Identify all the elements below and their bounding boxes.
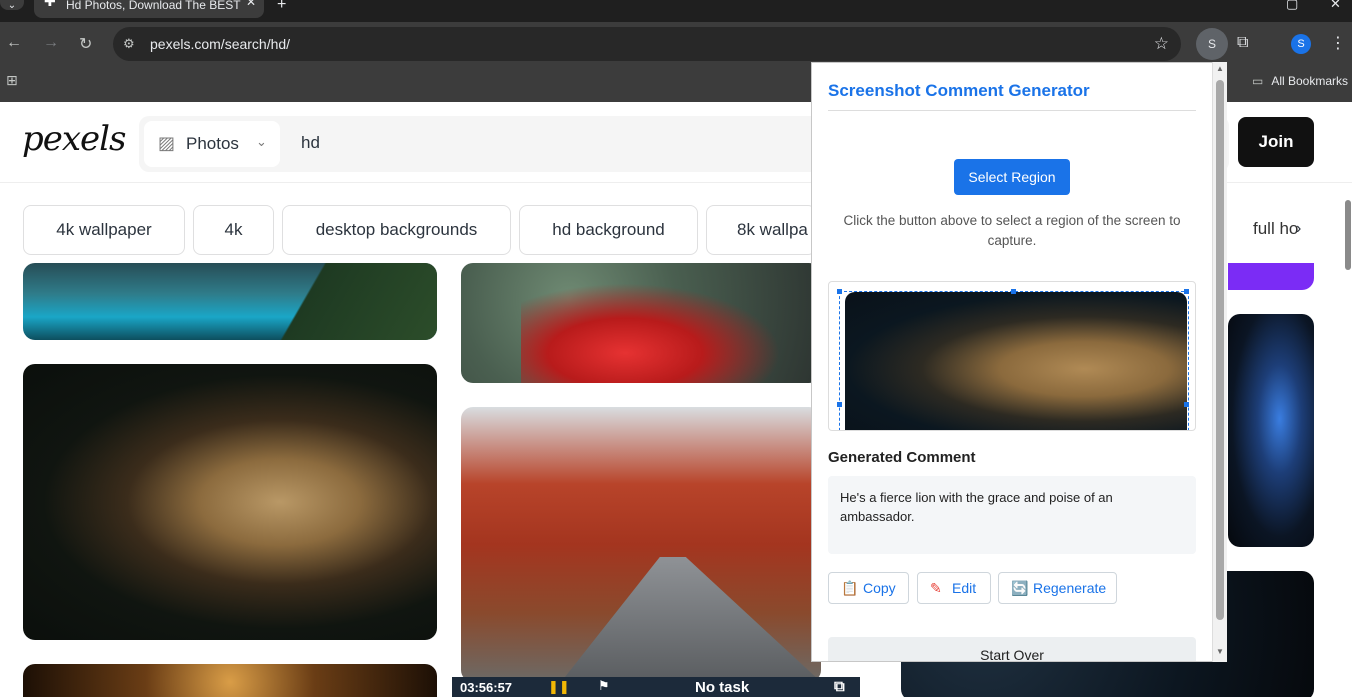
photo-blue-flowers[interactable] xyxy=(1228,314,1314,547)
photo-lake[interactable] xyxy=(23,263,437,340)
title-divider xyxy=(828,110,1196,111)
resize-handle[interactable] xyxy=(1011,289,1016,294)
extension-popup: Screenshot Comment Generator Select Regi… xyxy=(811,62,1227,662)
edit-button[interactable]: ✎ Edit xyxy=(917,572,991,604)
browser-menu-icon[interactable]: ⋮ xyxy=(1330,33,1346,53)
popup-title: Screenshot Comment Generator xyxy=(828,81,1090,100)
refresh-icon: 🔄 xyxy=(1011,580,1029,596)
resize-handle[interactable] xyxy=(837,402,842,407)
popup-scroll-thumb[interactable] xyxy=(1216,80,1224,620)
resize-handle[interactable] xyxy=(837,289,842,294)
resize-handle[interactable] xyxy=(1184,289,1189,294)
popout-icon[interactable]: ⧉ xyxy=(834,678,845,695)
reload-icon[interactable]: ↻ xyxy=(79,34,92,54)
new-tab-icon[interactable]: + xyxy=(277,0,286,14)
flower-shape xyxy=(521,283,781,383)
extensions-puzzle-icon[interactable]: ⧉ xyxy=(1237,34,1248,52)
photo-red-flower[interactable] xyxy=(461,263,821,383)
task-label: No task xyxy=(695,679,750,696)
scroll-down-icon[interactable]: ▼ xyxy=(1216,647,1224,656)
purple-banner[interactable] xyxy=(1228,263,1314,290)
photo-autumn-road[interactable] xyxy=(461,407,821,682)
bookmark-star-icon[interactable]: ☆ xyxy=(1154,34,1169,54)
regenerate-label: Regenerate xyxy=(1033,580,1107,596)
road-shape xyxy=(561,557,821,682)
trees-shape xyxy=(257,263,437,340)
apps-grid-icon[interactable]: ⊞ xyxy=(6,72,18,89)
url-text[interactable]: pexels.com/search/hd/ xyxy=(150,36,290,52)
chip-hd-background[interactable]: hd background xyxy=(519,205,698,255)
photo-lights[interactable] xyxy=(23,664,437,697)
browser-tab[interactable]: ✚ Hd Photos, Download The BEST ✕ xyxy=(34,0,264,18)
maximize-icon[interactable]: ▢ xyxy=(1286,0,1298,12)
task-timer-bar: 03:56:57 ❚❚ ⚑ No task ⧉ xyxy=(452,677,860,697)
chip-8k-wallpaper[interactable]: 8k wallpa xyxy=(706,205,816,255)
pexels-favicon-icon: ✚ xyxy=(44,0,56,9)
forward-icon[interactable]: → xyxy=(43,34,59,52)
timer-time: 03:56:57 xyxy=(460,680,513,695)
chevron-down-icon: ⌄ xyxy=(256,134,267,149)
help-text: Click the button above to select a regio… xyxy=(843,213,1181,248)
pencil-icon: ✎ xyxy=(930,580,942,596)
copy-button[interactable]: 📋 Copy xyxy=(828,572,909,604)
tab-strip: ⌄ ✚ Hd Photos, Download The BEST ✕ + ▢ ✕ xyxy=(0,0,1352,22)
regenerate-button[interactable]: 🔄 Regenerate xyxy=(998,572,1117,604)
scroll-up-icon[interactable]: ▲ xyxy=(1216,64,1224,73)
extension-s-button[interactable]: S xyxy=(1196,28,1228,60)
pexels-logo[interactable]: pexels xyxy=(22,119,127,159)
tab-title: Hd Photos, Download The BEST xyxy=(66,0,241,12)
capture-preview xyxy=(828,281,1196,431)
resize-handle[interactable] xyxy=(1184,402,1189,407)
back-icon[interactable]: ← xyxy=(6,34,22,52)
generated-comment-text[interactable]: He's a fierce lion with the grace and po… xyxy=(828,476,1196,554)
media-type-label: Photos xyxy=(186,134,239,153)
profile-avatar[interactable]: S xyxy=(1291,34,1311,54)
copy-label: Copy xyxy=(863,580,896,596)
tab-search-button[interactable]: ⌄ xyxy=(0,0,24,11)
media-type-dropdown[interactable]: ▨ Photos ⌄ xyxy=(144,121,280,167)
pause-icon[interactable]: ❚❚ xyxy=(548,679,570,695)
window-close-icon[interactable]: ✕ xyxy=(1330,0,1341,12)
photo-lion[interactable] xyxy=(23,364,437,640)
flag-icon[interactable]: ⚑ xyxy=(598,678,610,694)
edit-label: Edit xyxy=(952,580,977,596)
image-icon: ▨ xyxy=(158,133,176,153)
chip-4k[interactable]: 4k xyxy=(193,205,274,255)
all-bookmarks[interactable]: ▭ All Bookmarks xyxy=(1252,74,1348,88)
clipboard-icon: 📋 xyxy=(841,580,859,596)
folder-icon: ▭ xyxy=(1251,74,1264,88)
join-button[interactable]: Join xyxy=(1238,117,1314,167)
selection-outline[interactable] xyxy=(839,291,1189,430)
address-bar[interactable]: ⚙ pexels.com/search/hd/ ☆ xyxy=(113,27,1181,61)
generated-comment-heading: Generated Comment xyxy=(828,449,976,466)
page-scrollbar[interactable] xyxy=(1345,200,1351,270)
all-bookmarks-label: All Bookmarks xyxy=(1271,74,1348,88)
close-tab-icon[interactable]: ✕ xyxy=(246,0,256,8)
popup-scrollbar[interactable]: ▲ ▼ xyxy=(1212,62,1227,662)
select-region-button[interactable]: Select Region xyxy=(954,159,1070,195)
chip-full-hd[interactable]: full ho xyxy=(1228,205,1318,255)
chip-4k-wallpaper[interactable]: 4k wallpaper xyxy=(23,205,185,255)
start-over-button[interactable]: Start Over xyxy=(828,637,1196,661)
site-info-icon[interactable]: ⚙ xyxy=(123,36,135,52)
chip-desktop-backgrounds[interactable]: desktop backgrounds xyxy=(282,205,511,255)
search-input[interactable]: hd xyxy=(301,133,320,153)
chevron-right-icon[interactable]: › xyxy=(1296,220,1301,238)
